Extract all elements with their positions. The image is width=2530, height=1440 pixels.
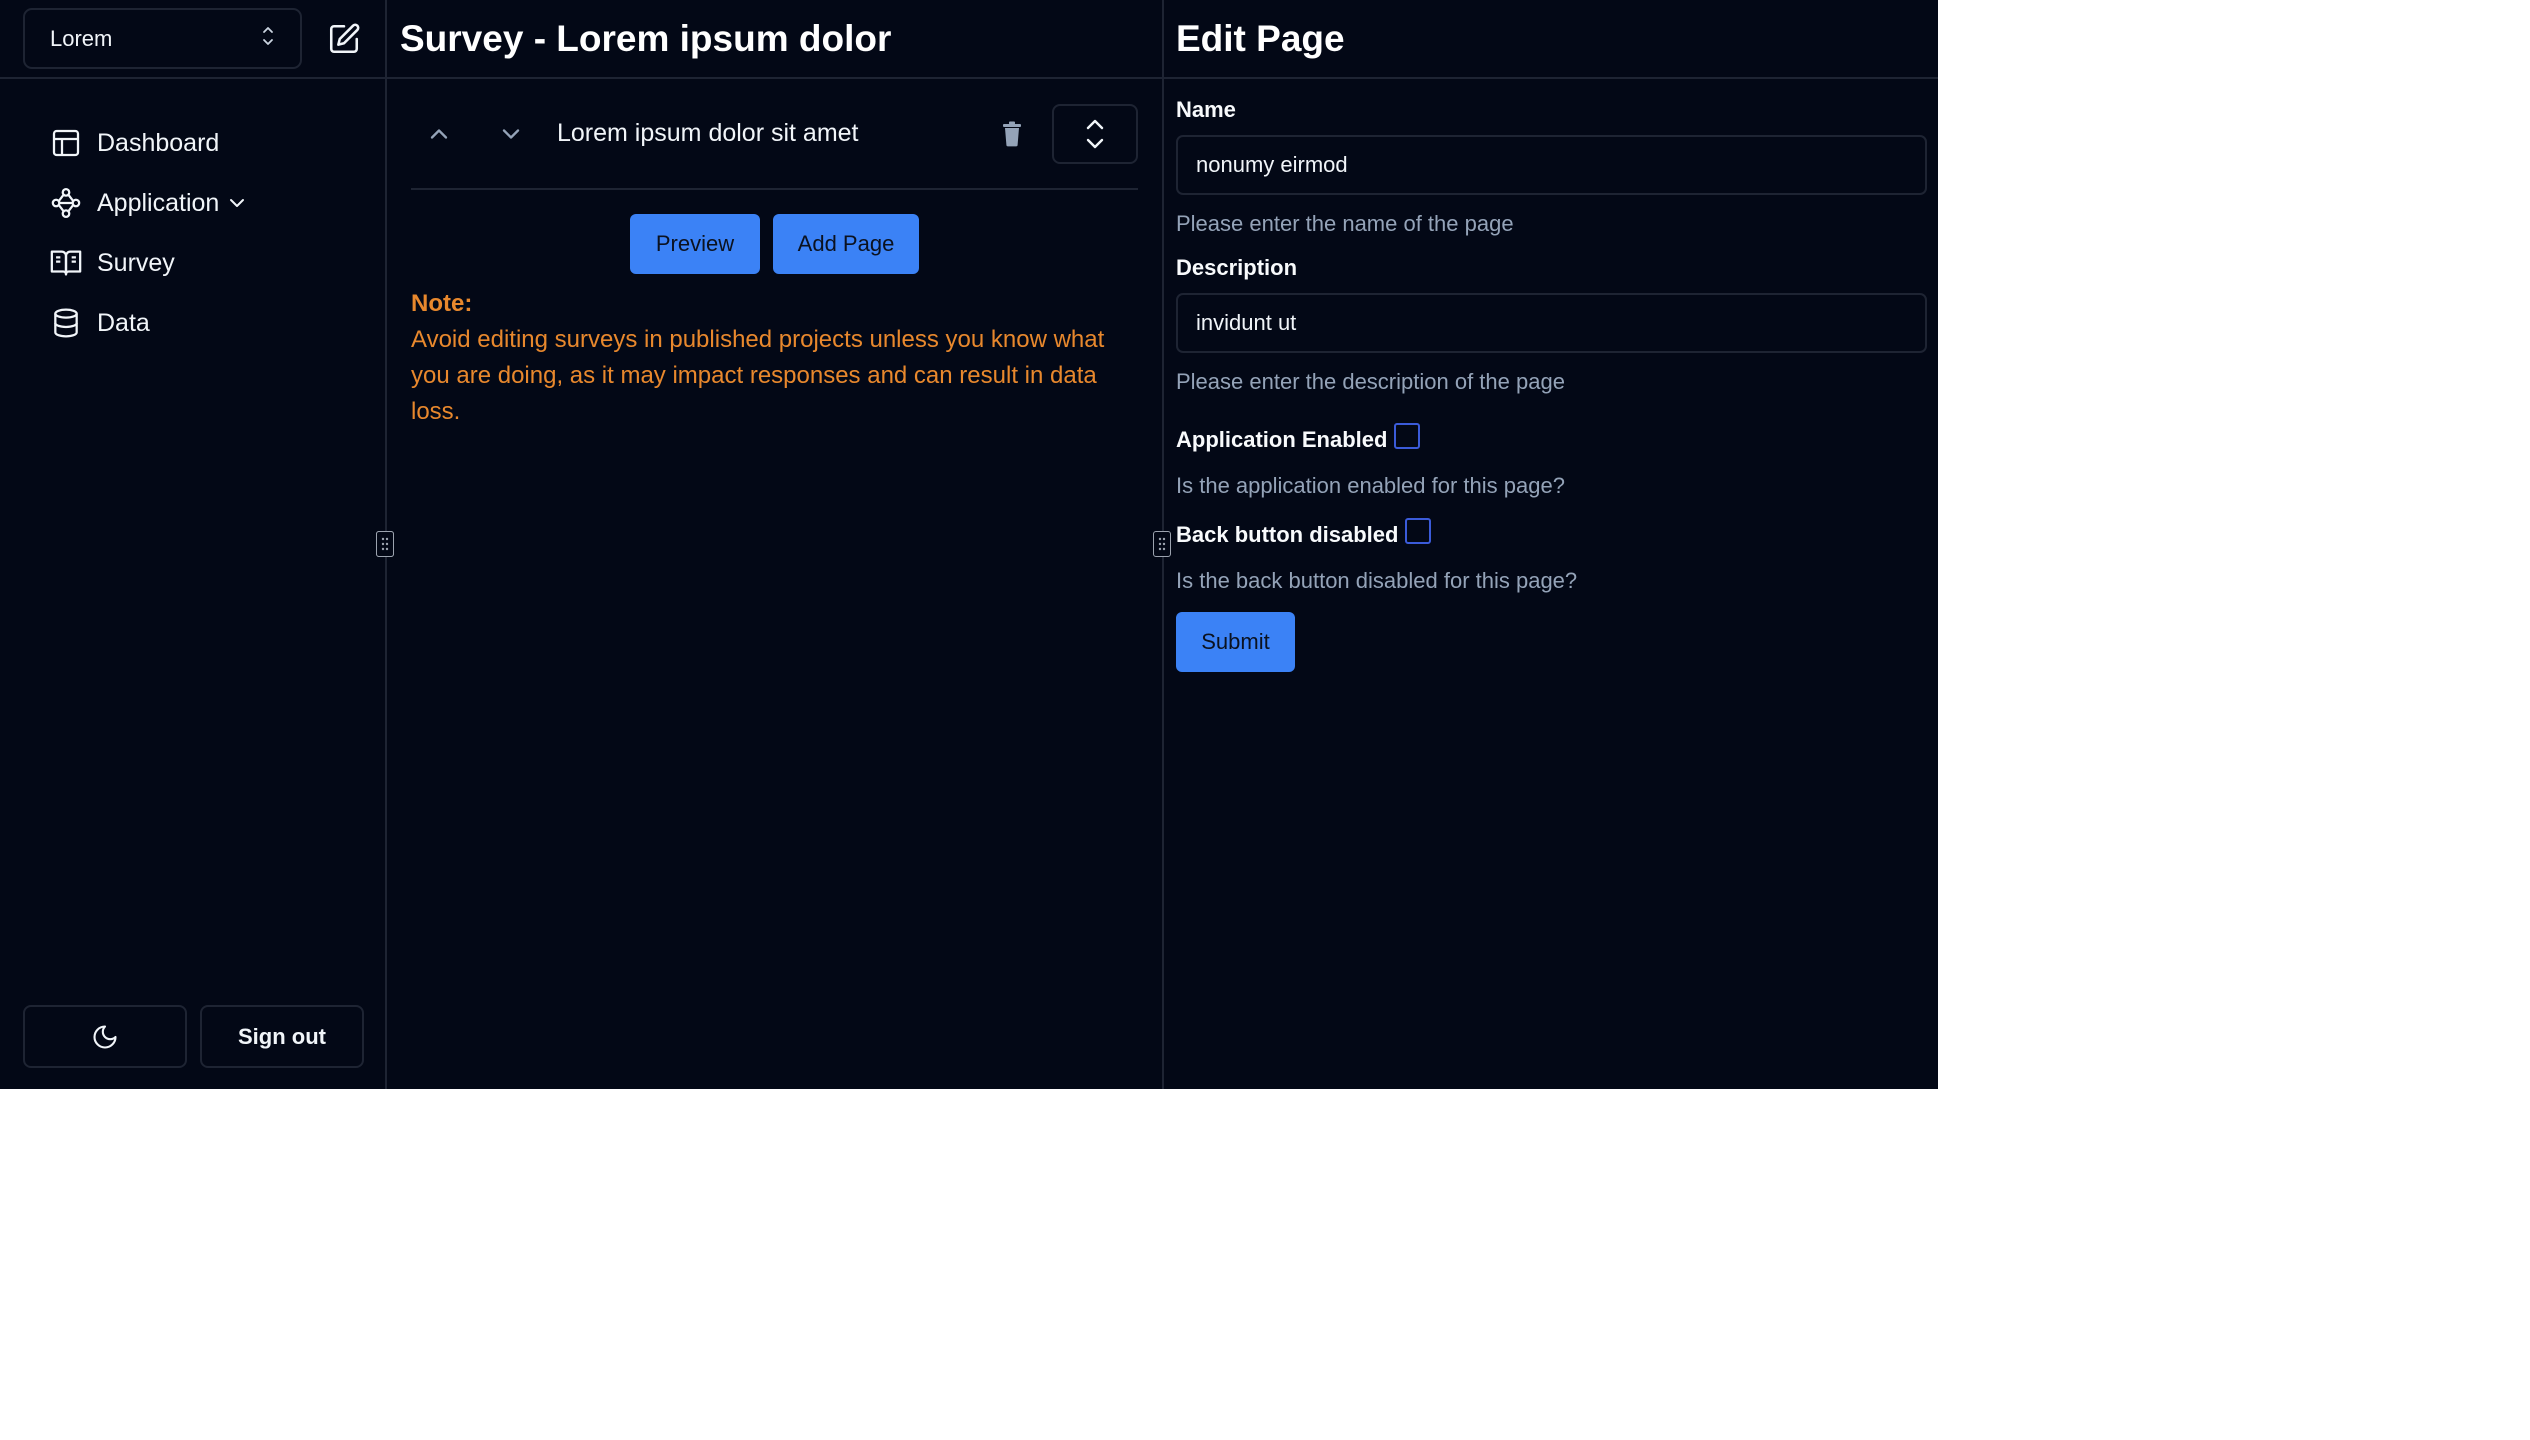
back-button-disabled-row: Back button disabled <box>1176 518 1926 548</box>
edit-page-panel: Edit Page Name Please enter the name of … <box>1164 0 1938 1089</box>
chevrons-up-down-icon <box>260 25 276 53</box>
survey-panel: Survey - Lorem ipsum dolor Lorem ipsum d… <box>376 0 1171 1089</box>
delete-page-button[interactable] <box>992 114 1032 154</box>
sidebar: Lorem Dashboard Application Survey Data … <box>0 0 394 1089</box>
moon-icon <box>93 1024 117 1049</box>
sidebar-footer: Sign out <box>23 1005 364 1068</box>
list-item[interactable]: Lorem ipsum dolor sit amet <box>411 79 1138 190</box>
book-icon <box>48 245 84 281</box>
grip-vertical-icon[interactable] <box>376 531 394 557</box>
page-actions: Preview Add Page <box>387 214 1162 274</box>
move-up-button[interactable] <box>417 112 461 156</box>
chevron-down-icon[interactable] <box>225 191 249 215</box>
application-enabled-row: Application Enabled <box>1176 423 1926 453</box>
app-window: Lorem Dashboard Application Survey Data … <box>0 0 1938 1089</box>
chevron-up-icon <box>430 128 448 139</box>
page-item-title[interactable]: Lorem ipsum dolor sit amet <box>557 119 992 148</box>
workflow-icon <box>48 185 84 221</box>
note-title: Note: <box>411 290 473 317</box>
sidebar-item-label: Survey <box>97 248 175 277</box>
edit-page-title: Edit Page <box>1164 0 1938 79</box>
sidebar-item-label: Dashboard <box>97 128 220 157</box>
description-label: Description <box>1176 255 1298 280</box>
application-enabled-checkbox[interactable] <box>1394 423 1421 449</box>
description-help-text: Please enter the description of the page <box>1176 369 1565 394</box>
trash-icon <box>1003 121 1021 146</box>
database-icon <box>48 305 84 341</box>
sidebar-item-label: Application <box>97 188 220 217</box>
workspace-name: Lorem <box>50 25 113 51</box>
name-field[interactable] <box>1176 135 1927 195</box>
chevrons-up-down-icon <box>1086 119 1104 148</box>
back-button-disabled-help-text: Is the back button disabled for this pag… <box>1176 568 1578 593</box>
layout-icon <box>48 125 84 161</box>
back-button-disabled-label: Back button disabled <box>1176 522 1399 547</box>
preview-button[interactable]: Preview <box>630 214 760 274</box>
sidebar-header: Lorem <box>0 0 385 79</box>
application-enabled-label: Application Enabled <box>1176 427 1388 452</box>
submit-button[interactable]: Submit <box>1176 612 1295 672</box>
sign-out-button[interactable]: Sign out <box>200 1005 364 1068</box>
edit-icon <box>329 23 360 53</box>
add-page-button[interactable]: Add Page <box>773 214 919 274</box>
chevron-down-icon <box>502 128 520 139</box>
name-help-text: Please enter the name of the page <box>1176 211 1514 236</box>
note-text: Avoid editing surveys in published proje… <box>411 326 1105 425</box>
expand-toggle-button[interactable] <box>1052 103 1138 164</box>
workspace-select[interactable]: Lorem <box>23 8 302 69</box>
name-label: Name <box>1176 97 1236 122</box>
sidebar-item-survey[interactable]: Survey <box>48 233 385 293</box>
sidebar-item-application[interactable]: Application <box>48 173 385 233</box>
sidebar-nav: Dashboard Application Survey Data <box>0 79 385 353</box>
edit-page-form: Name Please enter the name of the page D… <box>1164 79 1938 672</box>
back-button-disabled-checkbox[interactable] <box>1405 518 1432 544</box>
sidebar-item-dashboard[interactable]: Dashboard <box>48 113 385 173</box>
theme-toggle-button[interactable] <box>23 1005 187 1068</box>
warning-note: Note: Avoid editing surveys in published… <box>411 286 1138 430</box>
move-down-button[interactable] <box>489 112 533 156</box>
edit-workspace-button[interactable] <box>324 19 364 59</box>
sidebar-item-data[interactable]: Data <box>48 293 385 353</box>
sidebar-item-label: Data <box>97 308 150 337</box>
description-field[interactable] <box>1176 293 1927 353</box>
page-title: Survey - Lorem ipsum dolor <box>387 0 1162 79</box>
application-enabled-help-text: Is the application enabled for this page… <box>1176 473 1565 498</box>
